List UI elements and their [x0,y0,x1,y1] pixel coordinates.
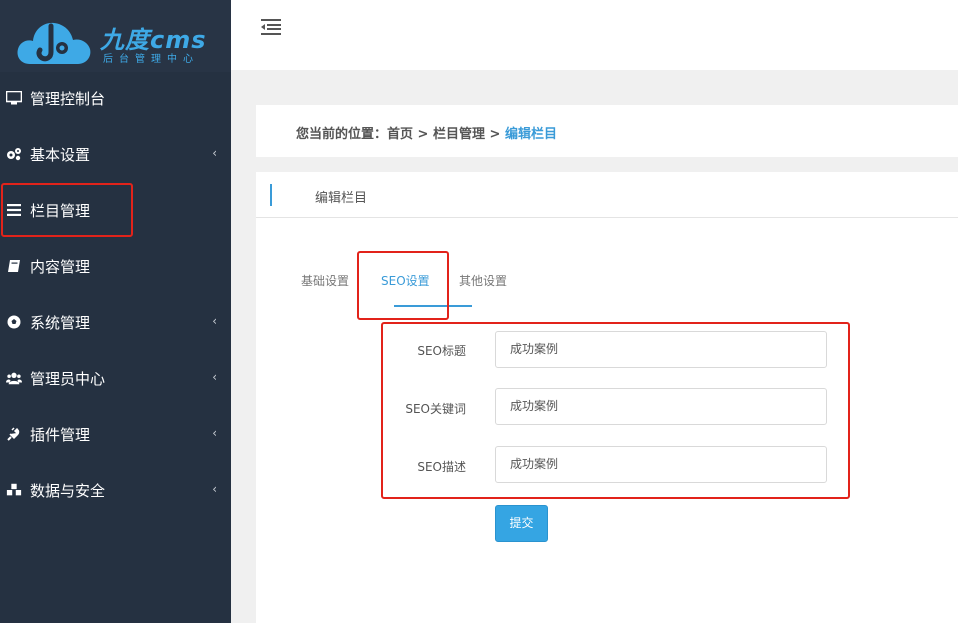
breadcrumb: 您当前的位置：首页 > 栏目管理 > 编辑栏目 [256,105,958,157]
breadcrumb-section-link[interactable]: 栏目管理 [433,127,485,142]
breadcrumb-prefix: 您当前的位置： [296,127,388,142]
breadcrumb-separator: > [413,127,433,142]
sidebar-item-dashboard[interactable]: 管理控制台 [0,70,231,126]
sidebar-item-plugin-management[interactable]: 插件管理 ‹ [0,406,231,462]
chevron-left-icon: ‹ [212,146,217,160]
sidebar-item-data-security[interactable]: 数据与安全 ‹ [0,462,231,518]
monitor-icon [6,90,22,106]
breadcrumb-separator: > [485,127,505,142]
chevron-left-icon: ‹ [212,426,217,440]
panel-header: 编辑栏目 [256,172,958,218]
plug-icon [6,426,22,442]
tab-other-settings[interactable]: 其他设置 [459,272,507,289]
seo-description-input[interactable]: 成功案例 [495,446,827,483]
top-bar [231,0,958,70]
book-icon [6,258,22,274]
active-tab-indicator [394,305,472,307]
sidebar-item-label: 插件管理 [30,425,91,444]
sidebar-item-system-management[interactable]: 系统管理 ‹ [0,294,231,350]
chevron-left-icon: ‹ [212,314,217,328]
cubes-icon [6,482,22,498]
tab-basic-settings[interactable]: 基础设置 [301,272,349,289]
submit-button[interactable]: 提交 [495,505,548,542]
seo-keywords-label: SEO关键词 [405,402,466,416]
sidebar-toggle-icon[interactable] [261,19,281,35]
sidebar-nav: 管理控制台 基本设置 ‹ 栏目管理 内容管理 系统管理 ‹ 管理员中心 ‹ 插件… [0,70,231,518]
sidebar-item-label: 管理控制台 [30,89,106,108]
chevron-left-icon: ‹ [212,370,217,384]
logo-subtitle: 后台管理中心 [103,54,199,65]
seo-title-input[interactable]: 成功案例 [495,331,827,368]
seo-title-label: SEO标题 [417,344,466,358]
gears-icon [6,146,22,162]
sidebar-item-label: 数据与安全 [30,481,106,500]
seo-keywords-input[interactable]: 成功案例 [495,388,827,425]
sidebar-item-label: 系统管理 [30,313,91,332]
sidebar-item-column-management[interactable]: 栏目管理 [0,182,231,238]
sidebar: 九度cms 后台管理中心 管理控制台 基本设置 ‹ 栏目管理 内容管理 系统管理… [0,0,231,623]
sidebar-item-label: 基本设置 [30,145,91,164]
chevron-left-icon: ‹ [212,482,217,496]
sidebar-item-label: 栏目管理 [30,201,91,220]
panel-accent-bar [270,184,272,206]
breadcrumb-home-link[interactable]: 首页 [387,127,413,142]
seo-description-label: SEO描述 [417,460,466,474]
sidebar-item-label: 内容管理 [30,257,91,276]
list-icon [6,202,22,218]
tab-seo-settings[interactable]: SEO设置 [381,272,430,289]
panel-title: 编辑栏目 [315,191,368,206]
breadcrumb-current: 编辑栏目 [504,127,557,142]
users-icon [6,370,22,386]
sidebar-item-admin-center[interactable]: 管理员中心 ‹ [0,350,231,406]
sidebar-item-label: 管理员中心 [30,369,106,388]
sidebar-item-content-management[interactable]: 内容管理 [0,238,231,294]
edit-column-panel: 编辑栏目 基础设置 SEO设置 其他设置 SEO标题 成功案例 SEO关键词 成… [256,172,958,623]
cloud-logo-icon [17,22,91,64]
soccer-ball-icon [6,314,22,330]
sidebar-item-basic-settings[interactable]: 基本设置 ‹ [0,126,231,182]
logo[interactable]: 九度cms 后台管理中心 [0,0,231,72]
